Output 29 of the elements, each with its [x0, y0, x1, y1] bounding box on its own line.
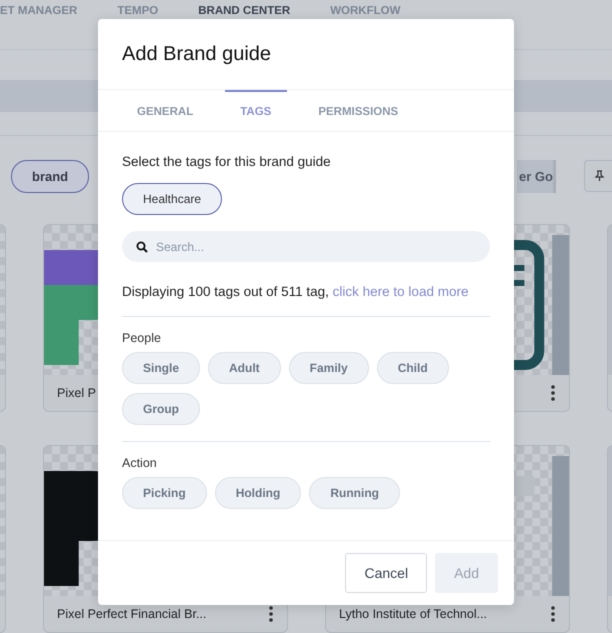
- filter-button[interactable]: er Go: [517, 160, 556, 192]
- group-heading: Action: [122, 456, 158, 470]
- tag-chip[interactable]: Running: [309, 477, 400, 509]
- tag-chip[interactable]: Holding: [214, 477, 302, 509]
- tag-chip[interactable]: Child: [376, 352, 449, 384]
- filter-chip[interactable]: brand: [11, 160, 90, 192]
- card-title: Pixel P: [57, 386, 97, 400]
- tab[interactable]: PERMISSIONS: [303, 90, 414, 131]
- prompt-text: Select the tags for this brand guide: [122, 154, 332, 169]
- tab[interactable]: GENERAL: [122, 90, 210, 131]
- search-field[interactable]: Search...: [122, 231, 490, 262]
- info-text: Displaying 100 tags out of 511 tag, click here to load more: [122, 284, 470, 300]
- tag-chip[interactable]: Family: [288, 352, 369, 384]
- nav-item[interactable]: BRAND CENTER: [198, 5, 290, 17]
- nav-item[interactable]: WORKFLOW: [330, 5, 400, 17]
- card-title: Pixel Perfect Financial Br...: [57, 607, 208, 621]
- tag-chip[interactable]: Adult: [208, 352, 281, 384]
- card-title: Lytho Institute of Technol...: [339, 607, 488, 621]
- cancel-button[interactable]: Cancel: [345, 553, 428, 593]
- dialog-title: Add Brand guide: [122, 43, 272, 65]
- tag-chip[interactable]: Group: [122, 393, 200, 425]
- nav-item[interactable]: TEMPO: [117, 5, 158, 17]
- tag-chip[interactable]: Single: [122, 352, 200, 384]
- load-more-link[interactable]: click here to load more: [332, 284, 468, 299]
- group-heading: People: [122, 331, 162, 345]
- tab[interactable]: TAGS: [225, 90, 288, 131]
- nav-item[interactable]: ET MANAGER: [0, 5, 78, 17]
- selected-tag[interactable]: Healthcare: [122, 183, 222, 215]
- tag-chip[interactable]: Picking: [122, 477, 207, 509]
